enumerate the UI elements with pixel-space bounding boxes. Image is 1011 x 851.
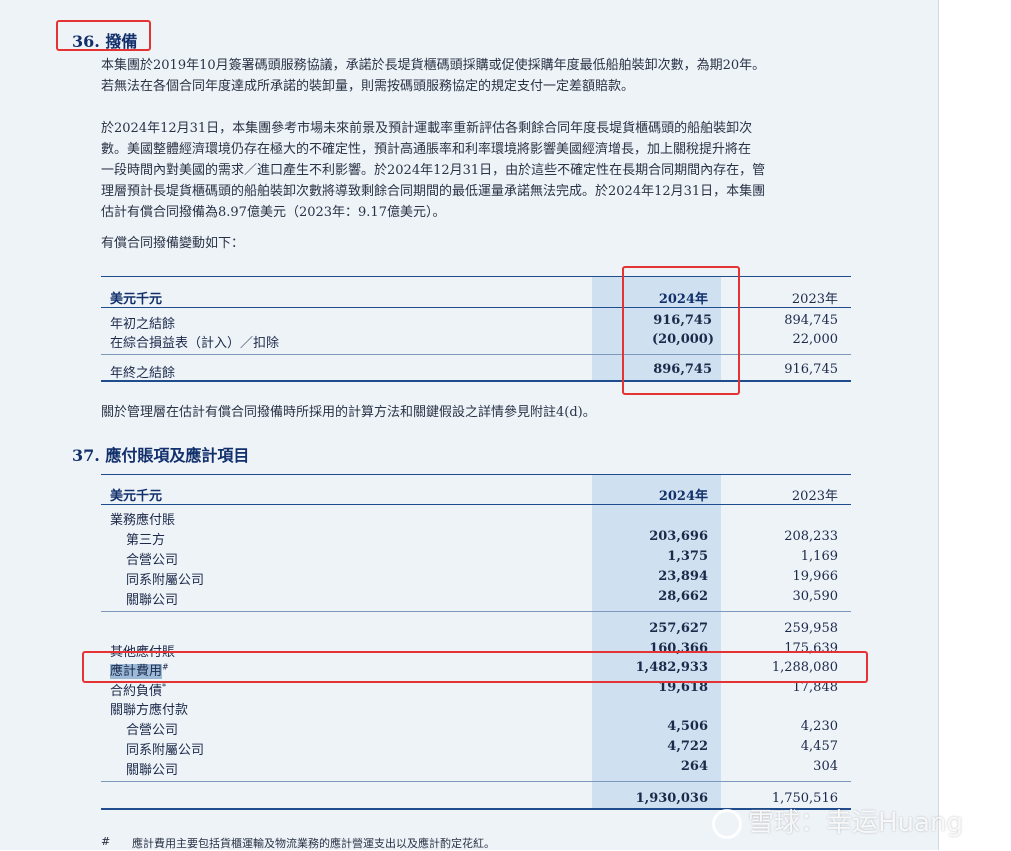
table-cell-2023: 4,457 <box>800 739 838 754</box>
table-cell-2023: 30,590 <box>792 589 839 604</box>
trade-subtotal-2023: 259,958 <box>784 621 838 636</box>
table-cell-2023: 304 <box>813 759 838 774</box>
para-line: 有償合同撥備變動如下： <box>101 236 245 251</box>
para-line: 一段時間內對美國的需求／進口產生不利影響。於2024年12月31日，由於這些不確… <box>101 163 766 178</box>
table-cell-2023: 4,230 <box>800 719 838 734</box>
watermark: 雪球：幸运Huang <box>712 802 963 839</box>
table-row-label: 年初之結餘 <box>110 317 176 332</box>
page-edge <box>938 0 939 850</box>
section-37-heading: 37. 應付賬項及應計項目 <box>72 442 249 466</box>
related-payables-label: 關聯方應付款 <box>110 703 189 718</box>
annotation-box-2024-column <box>622 266 740 395</box>
para-line: 估計有償合同撥備為8.97億美元（2023年：9.17億美元）。 <box>101 205 446 220</box>
annotation-box-accrued-expenses <box>82 651 868 683</box>
table-row-label: 同系附屬公司 <box>126 573 205 588</box>
table-header-rule <box>101 504 851 505</box>
table-row-label: 第三方 <box>126 533 166 548</box>
para-line: 本集團於2019年10月簽署碼頭服務協議，承諾於長堤貨櫃碼頭採購或促使採購年度最… <box>101 58 766 73</box>
table-37-col-2023: 2023年 <box>791 489 838 504</box>
table-36-unit-header: 美元千元 <box>110 292 163 307</box>
table-row-label: 合約負債 <box>110 684 163 699</box>
table-subtotal-rule <box>101 611 851 612</box>
table-subtotal-rule <box>101 781 851 782</box>
section-37-title: 應付賬項及應計項目 <box>105 446 250 465</box>
table-row-label: 年終之結餘 <box>110 366 176 381</box>
section-36-para-1: 本集團於2019年10月簽署碼頭服務協議，承諾於長堤貨櫃碼頭採購或促使採購年度最… <box>101 55 851 97</box>
table-row-label: 合營公司 <box>126 553 179 568</box>
table-row-label: 同系附屬公司 <box>126 743 205 758</box>
watermark-text: 雪球：幸运Huang <box>748 808 963 838</box>
table-cell-2024: 1,375 <box>667 549 708 564</box>
table-top-rule <box>101 474 851 475</box>
table-cell-2023: 22,000 <box>792 332 839 347</box>
document-page: 36. 撥備 本集團於2019年10月簽署碼頭服務協議，承諾於長堤貨櫃碼頭採購或… <box>0 0 938 850</box>
section-36-para-3: 有償合同撥備變動如下： <box>101 233 851 254</box>
table-37-col-2024: 2024年 <box>658 489 708 504</box>
table-cell-2023: 894,745 <box>784 313 838 328</box>
section-36-para-2: 於2024年12月31日，本集團參考市場未來前景及預計運載率重新評估各剩餘合同年… <box>101 118 851 223</box>
table-row-label: 合營公司 <box>126 723 179 738</box>
table-cell-2024: 4,722 <box>667 739 708 754</box>
table-cell-2024: 28,662 <box>658 589 708 604</box>
trade-payables-label: 業務應付賬 <box>110 513 176 528</box>
para-line: 若無法在各個合同年度達成所承諾的裝卸量，則需按碼頭服務協定的規定支付一定差額賠款… <box>101 79 635 94</box>
table-cell-2024: 264 <box>680 759 708 774</box>
para-line: 關於管理層在估計有償合同撥備時所採用的計算方法和關鍵假設之詳情參見附註4(d)。 <box>101 405 596 420</box>
table-row-label: 在綜合損益表（計入）／扣除 <box>110 336 280 351</box>
para-line: 數。美國整體經濟環境仍存在極大的不確定性，預計高通脹率和利率環境將影響美國經濟增… <box>101 142 752 157</box>
table-cell-2024: 23,894 <box>658 569 708 584</box>
table-row-label: 關聯公司 <box>126 763 179 778</box>
table-cell-2023: 916,745 <box>784 362 838 377</box>
table-row-label: 關聯公司 <box>126 593 179 608</box>
table-cell-2024: 4,506 <box>667 719 708 734</box>
footnote-symbol: # <box>101 835 111 848</box>
annotation-box-title <box>56 20 151 51</box>
section-36-note: 關於管理層在估計有償合同撥備時所採用的計算方法和關鍵假設之詳情參見附註4(d)。 <box>101 402 851 423</box>
para-line: 理層預計長堤貨櫃碼頭的船舶裝卸次數將導致剩餘合同期間的最低運量承諾無法完成。於2… <box>101 184 766 199</box>
total-2024: 1,930,036 <box>635 791 708 806</box>
table-cell-2024: 203,696 <box>649 529 708 544</box>
footnote-text: 應計費用主要包括貨櫃運輸及物流業務的應計營運支出以及應計酌定花紅。 <box>132 837 495 850</box>
trade-subtotal-2024: 257,627 <box>649 621 708 636</box>
table-cell-2023: 19,966 <box>792 569 839 584</box>
snowball-logo-icon <box>712 808 742 839</box>
section-37-number: 37. <box>72 446 100 465</box>
table-36-col-2023: 2023年 <box>791 292 838 307</box>
para-line: 於2024年12月31日，本集團參考市場未來前景及預計運載率重新評估各剩餘合同年… <box>101 121 753 136</box>
table-cell-2023: 208,233 <box>784 529 838 544</box>
footnote-mark: * <box>162 682 167 692</box>
table-cell-2023: 1,169 <box>800 549 838 564</box>
table-37-unit-header: 美元千元 <box>110 489 163 504</box>
